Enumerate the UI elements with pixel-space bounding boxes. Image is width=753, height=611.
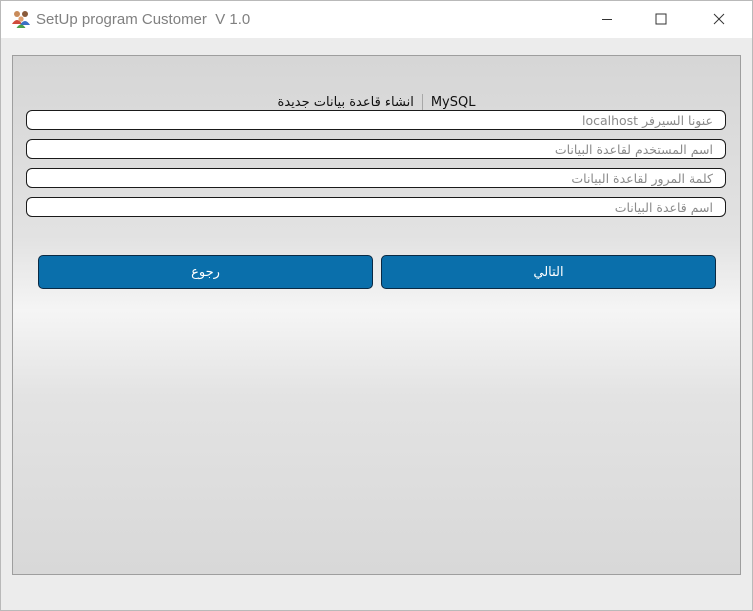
maximize-button[interactable] xyxy=(639,1,685,38)
db-username-input[interactable] xyxy=(26,139,726,159)
close-button[interactable] xyxy=(697,1,743,38)
mode-label: انشاء قاعدة بيانات جديدة xyxy=(277,94,414,110)
db-name-input[interactable] xyxy=(26,197,726,217)
server-address-input[interactable] xyxy=(26,110,726,130)
db-engine-label: MySQL xyxy=(430,94,476,110)
window-client-area: انشاء قاعدة بيانات جديدة MySQL رجوع التا… xyxy=(1,38,752,610)
close-icon xyxy=(713,13,725,25)
people-icon xyxy=(11,9,31,29)
next-button[interactable]: التالي xyxy=(381,255,716,289)
setup-header: انشاء قاعدة بيانات جديدة MySQL xyxy=(13,92,740,112)
title-bar[interactable]: SetUp program Customer V 1.0 xyxy=(1,1,752,38)
minimize-icon xyxy=(602,19,612,20)
maximize-icon xyxy=(655,13,667,25)
setup-panel: انشاء قاعدة بيانات جديدة MySQL رجوع التا… xyxy=(12,55,741,575)
app-window: SetUp program Customer V 1.0 انشاء قاعدة… xyxy=(0,0,753,611)
window-title: SetUp program Customer V 1.0 xyxy=(36,11,251,28)
back-button[interactable]: رجوع xyxy=(38,255,373,289)
header-divider xyxy=(421,94,423,110)
db-password-input[interactable] xyxy=(26,168,726,188)
minimize-button[interactable] xyxy=(585,1,631,38)
